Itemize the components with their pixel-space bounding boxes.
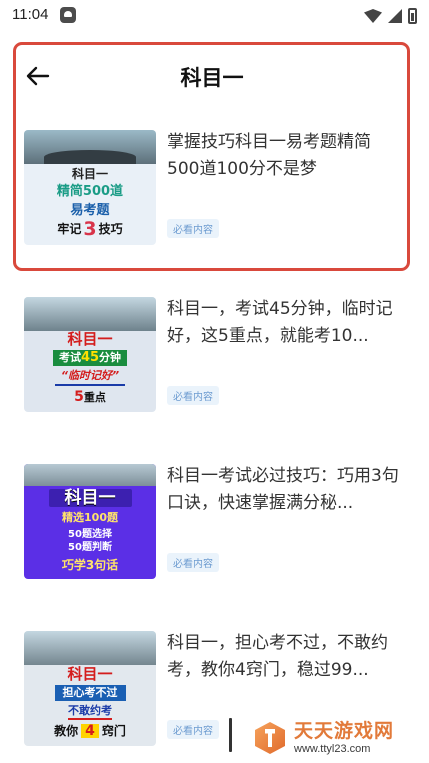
must-read-badge: 必看内容 (167, 386, 219, 405)
watermark-name: 天天游戏网 (294, 720, 395, 742)
page-title: 科目一 (180, 66, 244, 90)
article-thumbnail: 科目一 担心考不过 不敢约考 教你 4 窍门 (24, 631, 156, 746)
thumb-text: 教你 4 窍门 (54, 723, 126, 740)
article-title: 科目一，担心考不过，不敢约考，教你4窍门，稳过99... (167, 633, 388, 680)
thumb-text: 精简500道 (56, 184, 124, 200)
cell-signal-icon (388, 9, 402, 23)
thumb-text: 科目一 (67, 664, 113, 683)
thumb-text: 不敢约考 (68, 704, 112, 721)
must-read-badge: 必看内容 (167, 720, 219, 739)
battery-icon (408, 8, 417, 24)
thumb-text: 5重点 (74, 388, 106, 405)
article-item[interactable]: 科目一 精选100题 50题选择 50题判断 巧学3句话 科目一考试必过技巧：巧用… (24, 464, 404, 584)
watermark: 天天游戏网 www.ttyl23.com (252, 716, 424, 760)
ttyl-logo-icon (252, 720, 288, 756)
thumb-text: 50题选择 50题判断 (68, 529, 112, 554)
article-title: 科目一考试必过技巧：巧用3句口诀，快速掌握满分秘... (167, 466, 399, 513)
thumb-text: 担心考不过 (54, 684, 126, 701)
thumb-text: 科目一 (48, 489, 132, 508)
thumb-text: 考试45分钟 (52, 349, 128, 366)
exam-room-image (24, 297, 156, 331)
thumb-text: “临时记好” (54, 369, 126, 387)
thumb-text: 巧学3句话 (61, 557, 119, 572)
must-read-badge: 必看内容 (167, 553, 219, 572)
exam-room-image (24, 631, 156, 665)
status-icons (364, 6, 417, 26)
thumb-text: 易考题 (70, 202, 110, 218)
exam-room-image (24, 464, 156, 486)
watermark-url: www.ttyl23.com (294, 743, 371, 755)
thumb-text: 牢记 3 技巧 (57, 218, 123, 241)
article-item[interactable]: 科目一 考试45分钟 “临时记好” 5重点 科目一，考试45分钟，临时记好，这5… (24, 297, 404, 417)
thumb-text: 精选100题 (62, 510, 118, 524)
article-title: 掌握技巧科目一易考题精简500道100分不是梦 (167, 132, 371, 179)
car-dashboard-image (24, 130, 156, 164)
article-thumbnail: 科目一 考试45分钟 “临时记好” 5重点 (24, 297, 156, 412)
wifi-icon (364, 9, 382, 23)
article-thumbnail: 科目一 精选100题 50题选择 50题判断 巧学3句话 (24, 464, 156, 579)
article-item[interactable]: 科目一 精简500道 易考题 牢记 3 技巧 掌握技巧科目一易考题精简500道100… (24, 130, 404, 250)
thumb-text: 科目一 (71, 166, 108, 181)
must-read-badge: 必看内容 (167, 219, 219, 238)
text-cursor (229, 718, 232, 752)
top-bar: 科目一 (16, 48, 408, 104)
article-thumbnail: 科目一 精简500道 易考题 牢记 3 技巧 (24, 130, 156, 245)
status-time: 11:04 (12, 6, 49, 23)
android-notification-icon (60, 7, 76, 23)
thumb-text: 科目一 (67, 330, 113, 349)
status-bar: 11:04 (0, 0, 429, 32)
article-title: 科目一，考试45分钟，临时记好，这5重点，就能考10... (167, 299, 393, 346)
